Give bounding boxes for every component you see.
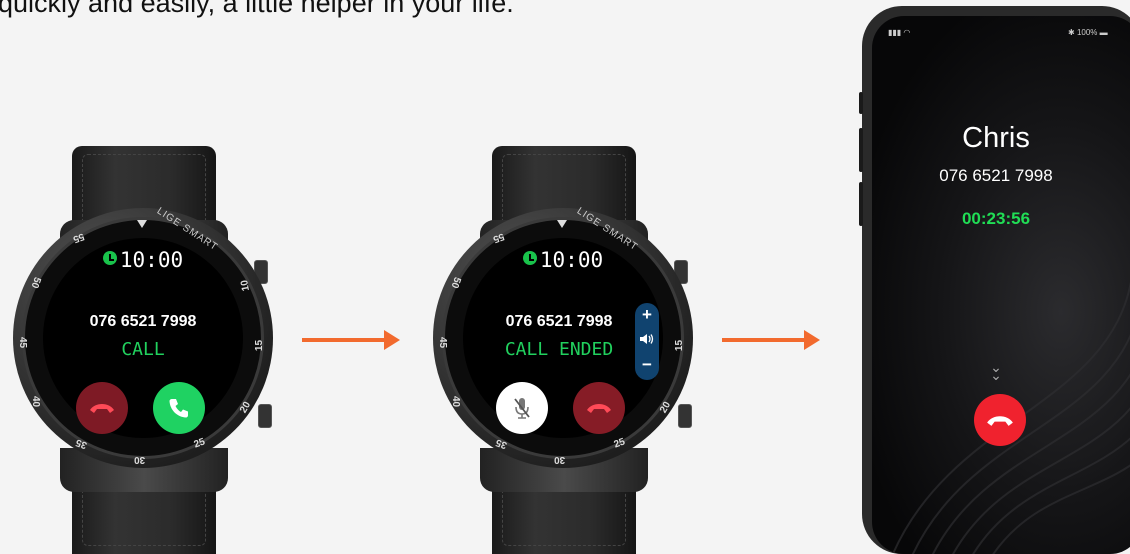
bezel-number: 40 — [30, 395, 42, 408]
watch-crown-bottom[interactable] — [678, 404, 692, 428]
speaker-icon — [640, 334, 654, 344]
volume-down-button[interactable]: − — [635, 355, 659, 375]
hang-up-icon — [90, 404, 114, 413]
bezel-triangle-icon — [137, 220, 147, 228]
mute-button[interactable] — [496, 382, 548, 434]
smartwatch-incoming-call: LIGE SMART 55 10 15 20 25 30 35 40 45 50… — [8, 140, 278, 554]
smartphone: ▮▮▮ ◠ ✱ 100% ▬ Chris 076 6521 7998 00:23… — [859, 6, 1130, 554]
chevron-down-icon: ⌄ ⌄ — [990, 359, 1002, 383]
battery-indicator: ✱ 100% ▬ — [1068, 28, 1108, 37]
hang-up-icon — [987, 415, 1013, 426]
watch-clock: 10:00 — [8, 248, 278, 272]
call-status: CALL — [121, 339, 165, 360]
caption: quickly and easily, a little helper in y… — [0, 0, 514, 18]
bezel-number: 30 — [134, 454, 146, 465]
accept-call-button[interactable] — [153, 382, 205, 434]
hang-up-icon — [587, 404, 611, 413]
arrow-icon — [302, 330, 400, 350]
phone-call-screen: ▮▮▮ ◠ ✱ 100% ▬ Chris 076 6521 7998 00:23… — [872, 16, 1130, 554]
signal-wifi-icon: ▮▮▮ ◠ — [888, 28, 911, 37]
volume-control[interactable]: + − — [635, 303, 659, 380]
watch-crown-bottom[interactable] — [258, 404, 272, 428]
battery-level: 100% — [1076, 28, 1098, 37]
bezel-triangle-icon — [557, 220, 567, 228]
bezel-number: 40 — [450, 395, 462, 408]
wallpaper — [891, 280, 1130, 554]
volume-up-button[interactable]: + — [635, 305, 659, 325]
decline-call-button[interactable] — [76, 382, 128, 434]
end-call-button[interactable] — [974, 394, 1026, 446]
arrow-icon — [722, 330, 820, 350]
watch-clock: 10:00 — [428, 248, 698, 272]
clock-icon — [522, 251, 537, 265]
caller-name: Chris — [962, 122, 1030, 154]
watch-time: 10:00 — [539, 248, 604, 272]
caller-number: 076 6521 7998 — [89, 313, 197, 330]
bezel-number: 10 — [239, 279, 252, 292]
call-timer: 00:23:56 — [961, 209, 1031, 228]
bezel-number: 30 — [554, 454, 566, 465]
smartwatch-call-ended: LIGE SMART 55 15 20 25 30 35 40 45 50 10… — [428, 140, 698, 554]
caller-number: 076 6521 7998 — [939, 166, 1053, 185]
mic-off-icon — [514, 398, 530, 419]
phone-icon — [169, 399, 188, 418]
decline-call-button[interactable] — [573, 382, 625, 434]
watch-time: 10:00 — [119, 248, 184, 272]
clock-icon — [102, 251, 117, 265]
